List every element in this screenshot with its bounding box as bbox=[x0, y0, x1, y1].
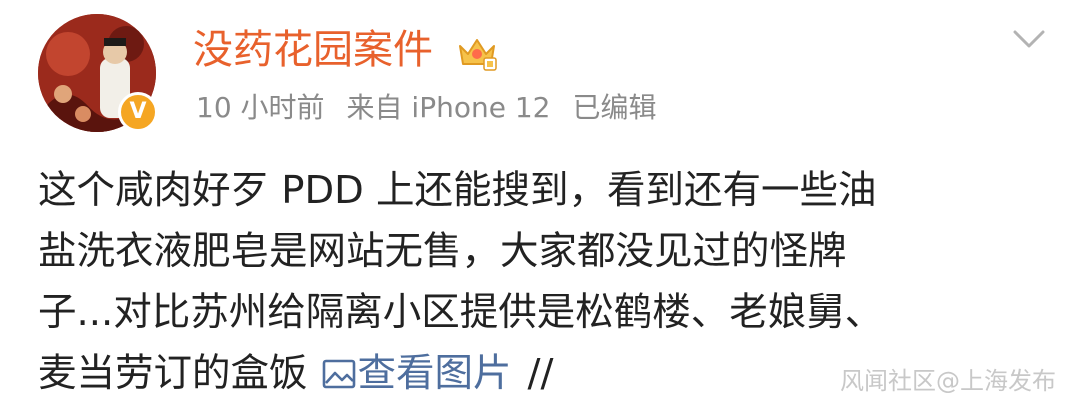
watermark: 风闻社区@上海发布 bbox=[840, 367, 1056, 395]
edited-label[interactable]: 已编辑 bbox=[572, 91, 656, 124]
post-source[interactable]: 来自 iPhone 12 bbox=[347, 91, 551, 124]
post-line: 麦当劳订的盒饭 bbox=[38, 351, 308, 396]
post-line: 子...对比苏州给隔离小区提供是松鹤楼、老娘舅、 bbox=[38, 290, 884, 335]
post-time: 10 小时前 bbox=[196, 91, 325, 124]
crown-vip-icon[interactable] bbox=[456, 34, 498, 72]
view-images-label[interactable]: 查看图片 bbox=[358, 351, 512, 396]
view-images-link[interactable]: 查看图片 bbox=[322, 351, 512, 396]
image-icon bbox=[322, 358, 356, 390]
verified-badge: V bbox=[118, 92, 158, 132]
chevron-down-icon[interactable] bbox=[1012, 28, 1046, 50]
post-line: 这个咸肉好歹 PDD 上还能搜到，看到还有一些油 bbox=[38, 168, 877, 213]
repost-separator: // bbox=[527, 351, 554, 396]
post-meta: 10 小时前 来自 iPhone 12 已编辑 bbox=[196, 88, 679, 128]
post-line: 盐洗衣液肥皂是网站无售，大家都没见过的怪牌 bbox=[38, 229, 847, 274]
username[interactable]: 没药花园案件 bbox=[193, 24, 433, 76]
